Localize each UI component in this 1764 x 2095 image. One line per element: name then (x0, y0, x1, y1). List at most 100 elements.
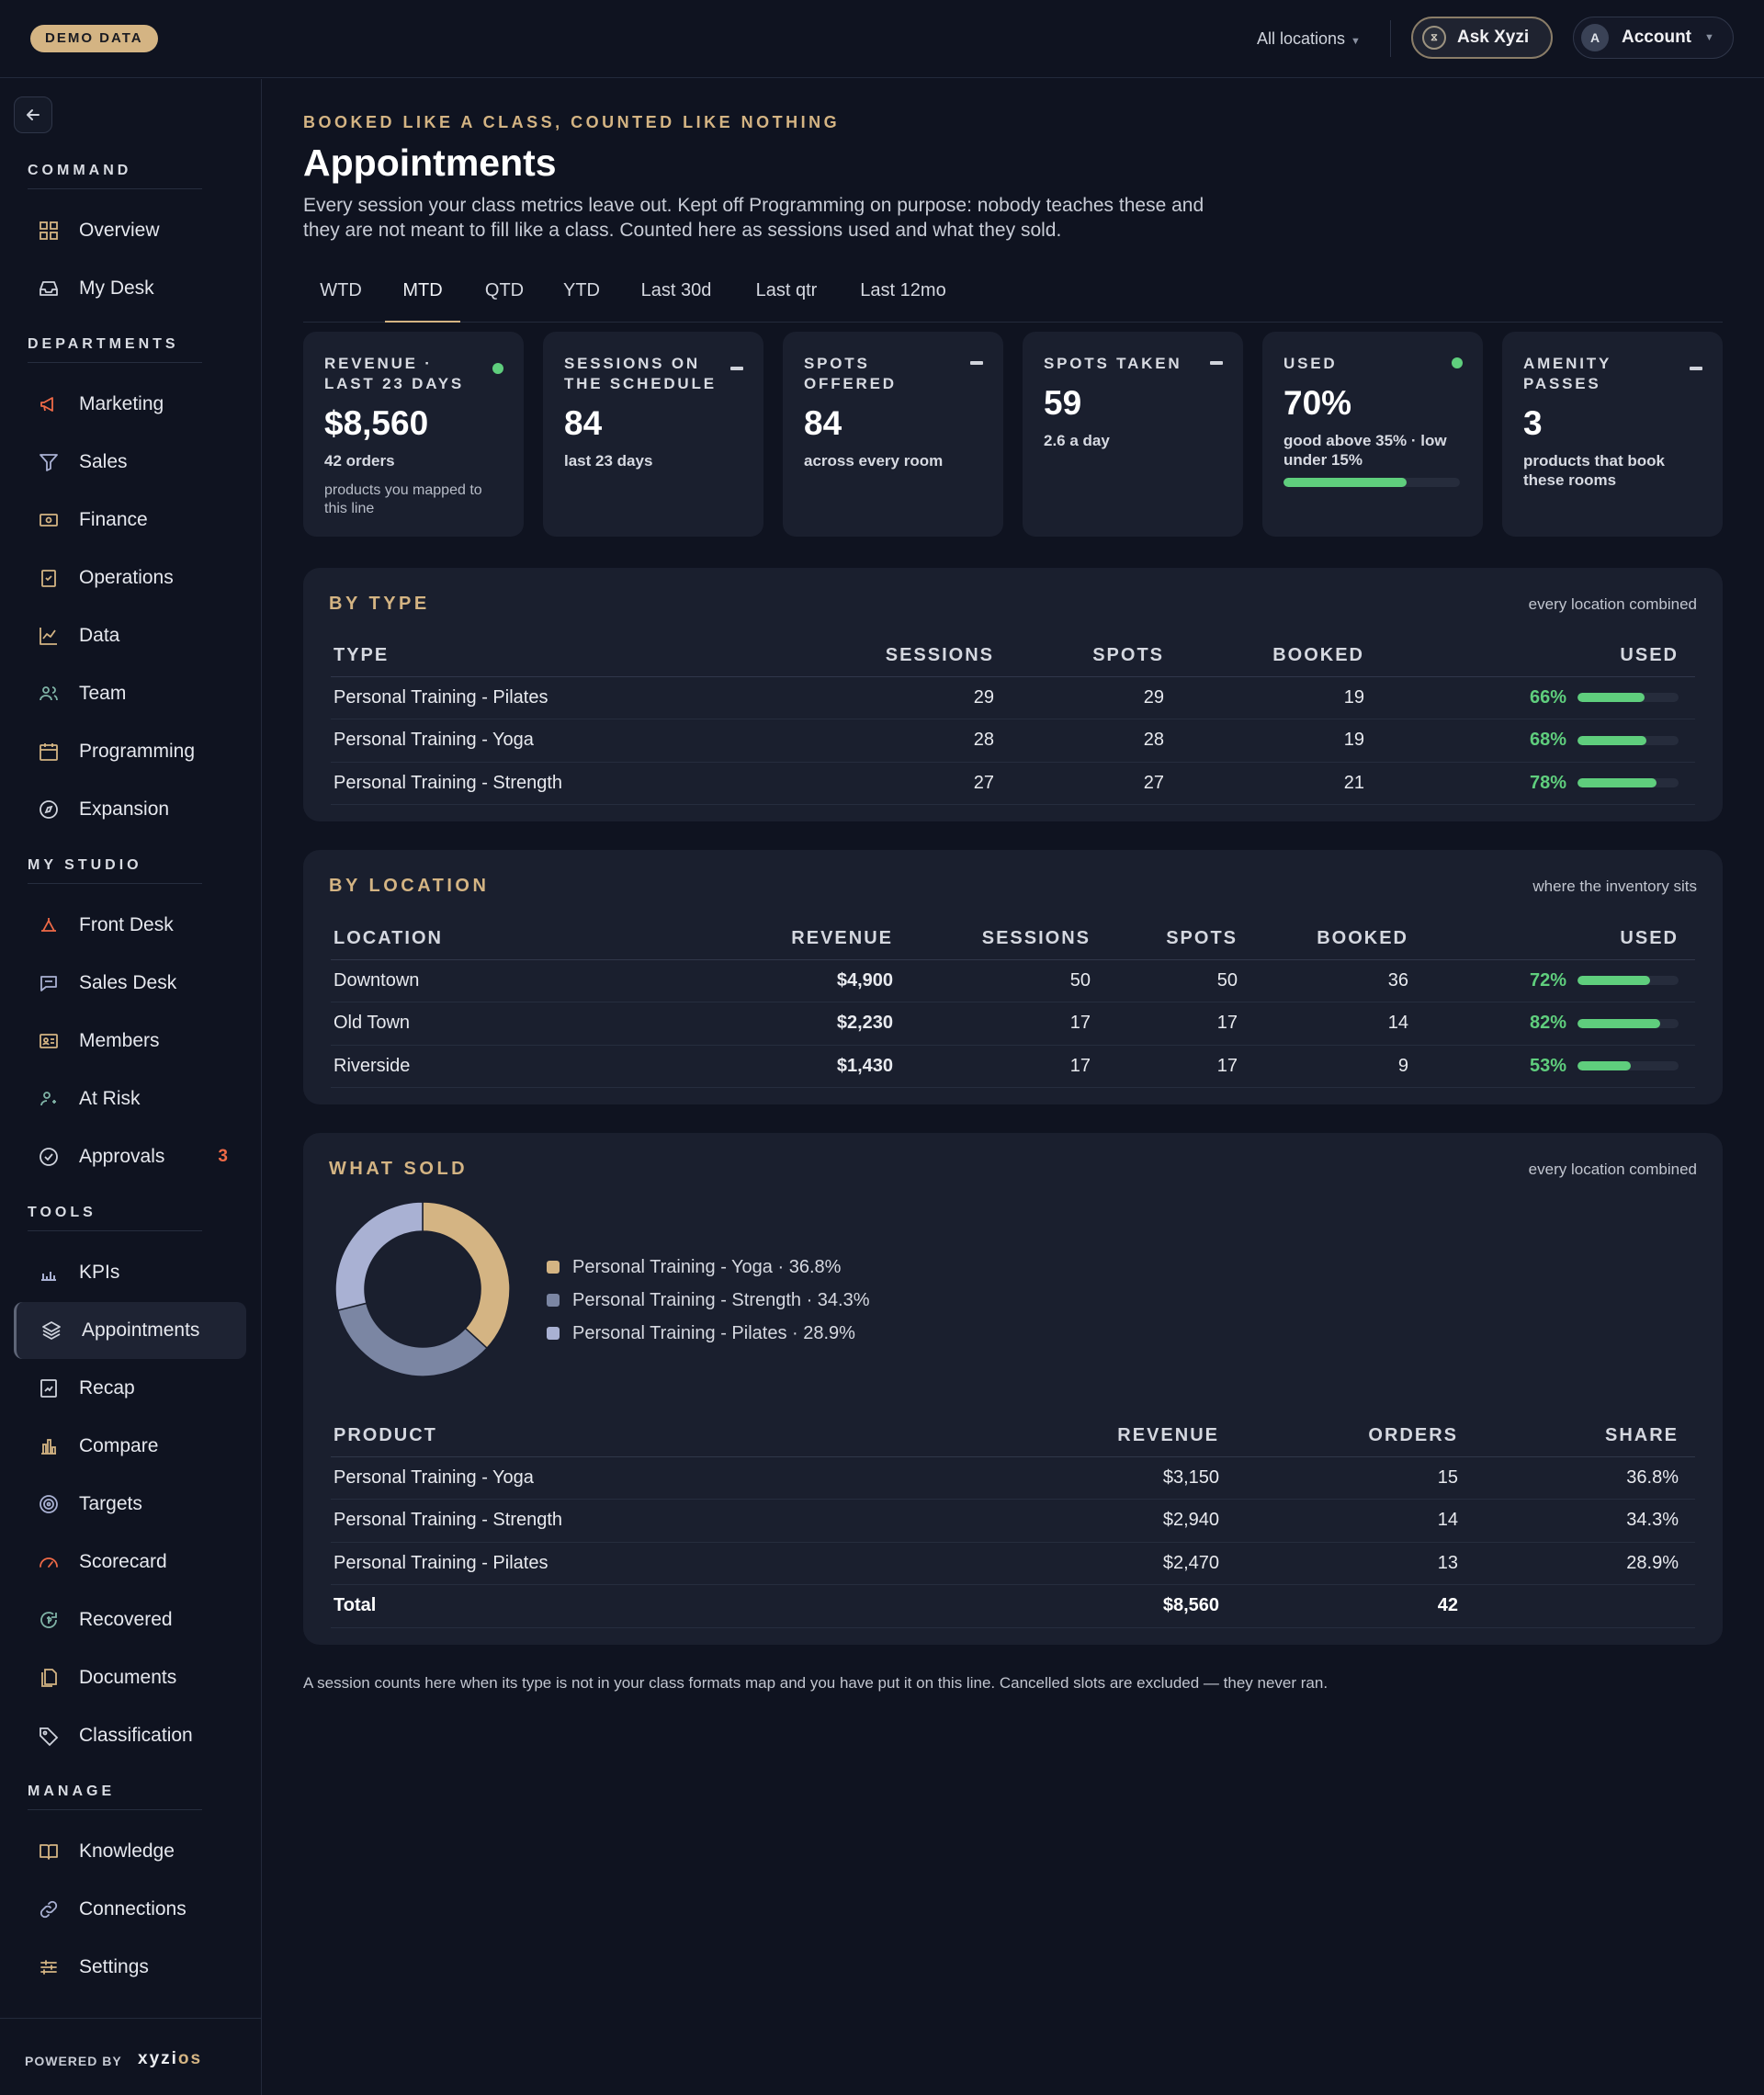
sidebar-item-programming[interactable]: Programming (14, 723, 246, 780)
table-row: Personal Training - Yoga 28 28 19 68% (331, 719, 1695, 763)
used-bar-fill (1577, 735, 1646, 745)
tab-wtd[interactable]: WTD (303, 267, 379, 323)
type-cell: Personal Training - Pilates (331, 676, 781, 719)
sidebar-item-label: Recap (79, 1377, 135, 1399)
donut-slice-0 (422, 1201, 511, 1350)
sidebar-item-operations[interactable]: Operations (14, 549, 246, 606)
booked-cell: 19 (1181, 719, 1381, 763)
sidebar-item-overview[interactable]: Overview (14, 202, 246, 259)
orders-cell: 13 (1236, 1542, 1475, 1585)
sidebar-item-data[interactable]: Data (14, 607, 246, 664)
sidebar-item-at-risk[interactable]: At Risk (14, 1070, 246, 1127)
chevron-down-icon: ▼ (1351, 36, 1361, 47)
sidebar-item-team[interactable]: Team (14, 665, 246, 722)
sidebar-item-connections[interactable]: Connections (14, 1881, 246, 1938)
used-bar-fill (1577, 976, 1651, 986)
used-bar (1577, 735, 1679, 745)
tab-last-qtr[interactable]: Last qtr (735, 267, 838, 323)
status-indicator (1690, 363, 1702, 370)
sidebar-item-members[interactable]: Members (14, 1013, 246, 1070)
kpi-card-used: USED 70% good above 35% · low under 15% (1262, 332, 1483, 537)
sidebar-item-label: Knowledge (79, 1840, 175, 1862)
divider (1390, 20, 1391, 57)
sales-donut-chart (334, 1201, 511, 1377)
panel-note: where the inventory sits (1532, 878, 1697, 895)
column-header: SPOTS (1011, 635, 1181, 677)
sidebar-item-expansion[interactable]: Expansion (14, 781, 246, 838)
legend-label: Personal Training - Pilates · 28.9% (572, 1322, 855, 1343)
funnel-icon (40, 454, 58, 471)
sidebar-item-my-desk[interactable]: My Desk (14, 260, 246, 317)
collapse-sidebar-button[interactable] (14, 96, 52, 133)
sidebar-item-label: Sales (79, 451, 128, 472)
sidebar-item-classification[interactable]: Classification (14, 1707, 246, 1764)
kpi-label: AMENITY PASSES (1523, 355, 1611, 392)
sidebar-item-label: My Desk (79, 277, 154, 299)
sidebar-item-documents[interactable]: Documents (14, 1649, 246, 1706)
sidebar-item-compare[interactable]: Compare (14, 1418, 246, 1475)
sidebar-item-label: Settings (79, 1956, 149, 1977)
booked-cell: 36 (1254, 959, 1425, 1002)
legend-swatch (547, 1294, 560, 1307)
sidebar-item-label: Programming (79, 741, 196, 762)
product-cell: Personal Training - Pilates (331, 1542, 992, 1585)
table-row: Personal Training - Strength $2,940 14 3… (331, 1499, 1695, 1543)
sidebar-item-settings[interactable]: Settings (14, 1939, 246, 1996)
column-header: USED (1425, 918, 1695, 960)
legend-label: Personal Training - Strength · 34.3% (572, 1289, 870, 1310)
tab-qtd[interactable]: QTD (467, 267, 542, 323)
used-bar (1577, 778, 1679, 788)
column-header: SESSIONS (781, 635, 1011, 677)
panel-note: every location combined (1528, 595, 1697, 613)
panel-note: every location combined (1528, 1161, 1697, 1178)
revenue-cell: $2,470 (992, 1542, 1236, 1585)
sidebar-item-front-desk[interactable]: Front Desk (14, 897, 246, 954)
sidebar-item-scorecard[interactable]: Scorecard (14, 1534, 246, 1591)
orders-cell: 14 (1236, 1499, 1475, 1543)
page-title: Appointments (303, 142, 557, 184)
sidebar-item-recovered[interactable]: Recovered (14, 1591, 246, 1648)
legend-swatch (547, 1327, 560, 1340)
sidebar-item-label: Front Desk (79, 914, 174, 935)
donut-slice-1 (336, 1302, 489, 1377)
tab-ytd[interactable]: YTD (544, 267, 619, 323)
ask-xyzi-button[interactable]: ⧖ Ask Xyzi (1411, 17, 1553, 59)
used-progress-bar (1283, 478, 1460, 487)
used-cell: 53% (1425, 1045, 1695, 1088)
sidebar-item-approvals[interactable]: Approvals 3 (14, 1128, 246, 1185)
sidebar-item-marketing[interactable]: Marketing (14, 376, 246, 433)
tab-last-12mo[interactable]: Last 12mo (845, 267, 961, 323)
kpi-sub: products that book these rooms (1523, 452, 1665, 489)
status-dash-icon (730, 367, 743, 370)
type-cell: Personal Training - Strength (331, 762, 781, 805)
sidebar-item-recap[interactable]: Recap (14, 1360, 246, 1417)
sidebar-item-sales[interactable]: Sales (14, 434, 246, 491)
sidebar-item-kpis[interactable]: KPIs (14, 1244, 246, 1301)
assistant-icon: ⧖ (1422, 26, 1446, 50)
panel-title: BY LOCATION (329, 876, 490, 896)
sidebar-item-label: Data (79, 625, 120, 646)
share-cell: 34.3% (1475, 1499, 1695, 1543)
kpi-value: 84 (804, 404, 842, 442)
chat-icon (40, 976, 57, 991)
sidebar-item-knowledge[interactable]: Knowledge (14, 1823, 246, 1880)
sidebar-item-label: Finance (79, 509, 148, 530)
nav-section-departments: DEPARTMENTS (28, 336, 202, 363)
account-menu-button[interactable]: A Account ▼ (1573, 17, 1734, 59)
by-type-panel: BY TYPE every location combined TYPE SES… (303, 568, 1723, 821)
page-footnote: A session counts here when its type is n… (303, 1674, 1329, 1692)
tab-last-30d[interactable]: Last 30d (625, 267, 728, 323)
sidebar-item-label: Compare (79, 1435, 159, 1456)
brand-logo-main: xyzi (138, 2049, 178, 2068)
panel-title: BY TYPE (329, 594, 430, 614)
sidebar-item-appointments[interactable]: Appointments (14, 1302, 246, 1359)
location-select[interactable]: All locations ▼ (1257, 26, 1361, 51)
tab-mtd[interactable]: MTD (385, 267, 460, 323)
sidebar-item-sales-desk[interactable]: Sales Desk (14, 955, 246, 1012)
type-cell: Personal Training - Yoga (331, 719, 781, 763)
column-header: BOOKED (1181, 635, 1381, 677)
bell-icon (41, 918, 56, 932)
sidebar-item-finance[interactable]: Finance (14, 492, 246, 549)
orders-cell: 15 (1236, 1456, 1475, 1500)
sidebar-item-targets[interactable]: Targets (14, 1476, 246, 1533)
